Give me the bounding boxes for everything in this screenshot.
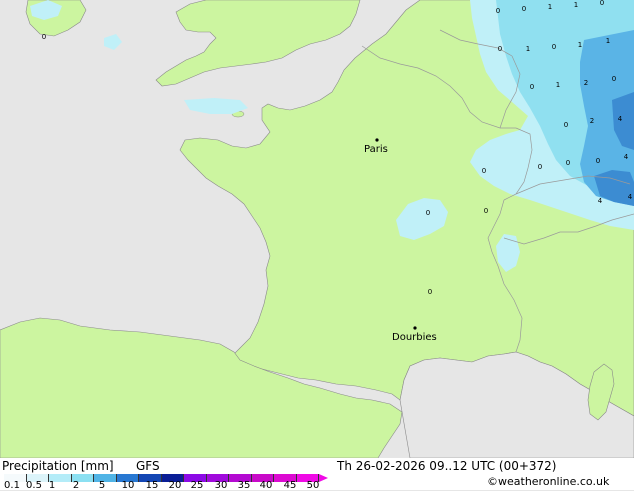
scale-tick-label: 35 (237, 480, 251, 491)
precip-value-label: 2 (584, 79, 588, 87)
precip-value-label: 4 (618, 115, 623, 123)
precip-value-label: 0 (498, 45, 502, 53)
precip-value-label: 1 (526, 45, 530, 53)
scale-tick-label: 15 (145, 480, 159, 491)
precip-value-label: 0 (530, 83, 534, 91)
precip-value-label: 4 (624, 153, 629, 161)
precip-value-label: 0 (538, 163, 542, 171)
precip-value-label: 0 (484, 207, 488, 215)
precip-value-label: 0 (612, 75, 616, 83)
scale-tick-label: 5 (98, 480, 106, 491)
precip-value-label: 0 (426, 209, 430, 217)
city-marker (375, 138, 379, 142)
forecast-datetime: Th 26-02-2026 09..12 UTC (00+372) (337, 459, 557, 473)
precip-value-label: 0 (428, 288, 432, 296)
precip-value-label: 0 (522, 5, 526, 13)
city-label-dourbies: Dourbies (392, 332, 437, 343)
credit-link[interactable]: ©weatheronline.co.uk (487, 475, 609, 488)
precip-value-label: 1 (548, 3, 552, 11)
scale-tick-label: 10 (121, 480, 135, 491)
color-scale-labels: 0.1 0.5 1 2 5 10 15 20 25 30 35 40 45 50 (4, 458, 334, 491)
precip-value-label: 0 (42, 33, 46, 41)
precip-value-label: 4 (598, 197, 603, 205)
scale-tick-label: 25 (190, 480, 204, 491)
scale-tick-label: 0.5 (26, 480, 42, 491)
precip-value-label: 0 (596, 157, 600, 165)
precip-value-label: 1 (578, 41, 582, 49)
precip-value-label: 2 (590, 117, 594, 125)
precip-value-label: 1 (574, 1, 578, 9)
precip-value-label: 0 (600, 0, 604, 7)
scale-tick-label: 0.1 (4, 480, 20, 491)
precip-value-label: 1 (556, 81, 560, 89)
scale-tick-label: 40 (259, 480, 273, 491)
scale-tick-label: 2 (72, 480, 80, 491)
city-label-paris: Paris (364, 144, 388, 155)
scale-tick-label: 45 (283, 480, 297, 491)
precip-value-label: 0 (564, 121, 568, 129)
city-marker (413, 326, 417, 330)
precip-value-label: 0 (552, 43, 556, 51)
precip-value-label: 4 (628, 193, 633, 201)
precipitation-map: 0 0 0 1 1 0 0 1 0 1 1 0 1 2 0 2 4 0 0 4 0 0 4 4 0 0 0 0 Paris Dourb… (0, 0, 634, 459)
precip-value-label: 1 (606, 37, 610, 45)
precip-value-label: 0 (496, 7, 500, 15)
precip-value-label: 0 (482, 167, 486, 175)
scale-tick-label: 50 (306, 480, 320, 491)
scale-tick-label: 30 (214, 480, 228, 491)
legend-footer: Precipitation [mm] GFS Th 26-02-2026 09.… (0, 458, 634, 491)
map-canvas: 0 0 0 1 1 0 0 1 0 1 1 0 1 2 0 2 4 0 0 4 0 0 4 4 0 0 0 0 Paris Dourb… (0, 0, 634, 459)
scale-tick-label: 20 (168, 480, 182, 491)
precip-value-label: 0 (566, 159, 570, 167)
scale-tick-label: 1 (48, 480, 56, 491)
